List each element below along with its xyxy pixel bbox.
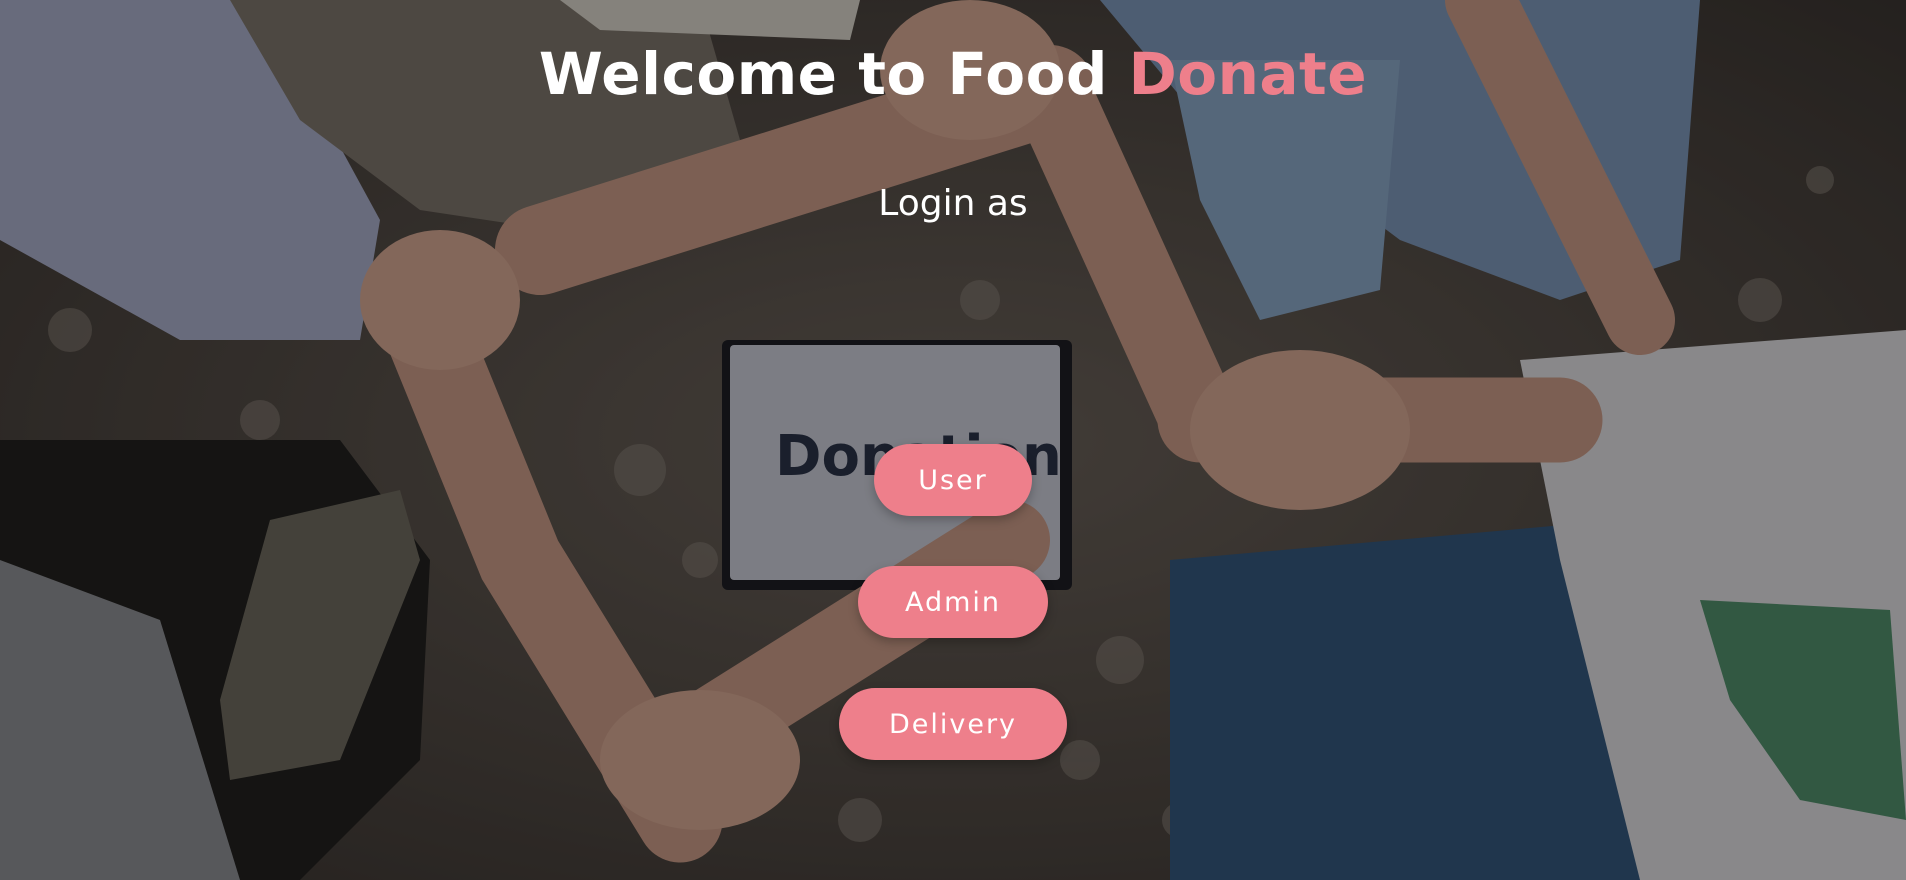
login-content: Welcome to Food Donate Login as User Adm… (0, 0, 1906, 880)
admin-login-button[interactable]: Admin (858, 566, 1048, 638)
user-login-button[interactable]: User (874, 444, 1032, 516)
title-accent: Donate (1128, 40, 1368, 108)
login-as-heading: Login as (878, 183, 1028, 224)
delivery-login-button[interactable]: Delivery (839, 688, 1067, 760)
title-prefix: Welcome to Food (538, 40, 1129, 108)
login-page: Donation Welcome to Food Donate Login as… (0, 0, 1906, 880)
page-title: Welcome to Food Donate (0, 40, 1906, 108)
